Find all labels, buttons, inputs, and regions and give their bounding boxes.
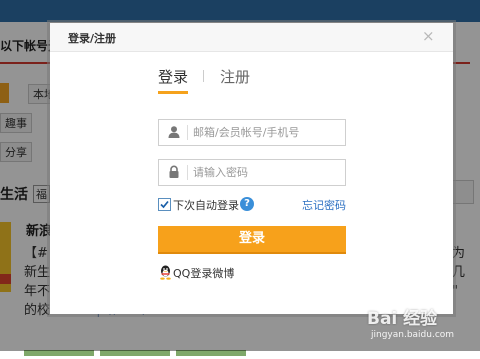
account-input[interactable] [193,123,339,141]
password-field[interactable] [158,159,346,186]
dialog-title: 登录/注册 [68,32,117,45]
help-icon[interactable]: ? [240,197,254,211]
watermark-url: jingyan.baidu.com [371,330,455,340]
tab-register[interactable]: 注册 [220,66,250,87]
remember-me-checkbox[interactable] [158,198,171,211]
tab-separator [203,70,204,82]
user-icon [167,125,181,139]
login-dialog: 登录/注册 × 登录 注册 邮箱/会员帐号/手机号 下次自动登录 ? 忘记密码 … [50,23,453,314]
field-divider [187,125,188,140]
qq-penguin-icon [158,264,173,280]
password-input[interactable] [193,163,339,181]
tab-login[interactable]: 登录 [158,66,189,94]
qq-login-label[interactable]: QQ登录微博 [173,265,234,281]
remember-me-label[interactable]: 下次自动登录 [173,197,239,213]
checkbox-check-icon [160,200,169,209]
lock-icon [167,165,181,179]
account-field[interactable] [158,119,346,146]
login-button[interactable]: 登录 [158,226,346,254]
forgot-password-link[interactable]: 忘记密码 [302,197,346,213]
login-register-tabs: 登录 注册 [158,66,288,94]
watermark-logo-text: Bai 经验 [367,309,438,329]
dialog-header: 登录/注册 × [50,23,453,52]
close-icon[interactable]: × [422,27,435,45]
field-divider [187,165,188,180]
baidu-jingyan-watermark: Bai 经验 jingyan.baidu.com [365,304,475,348]
qq-login-row[interactable]: QQ登录微博 [158,264,298,280]
